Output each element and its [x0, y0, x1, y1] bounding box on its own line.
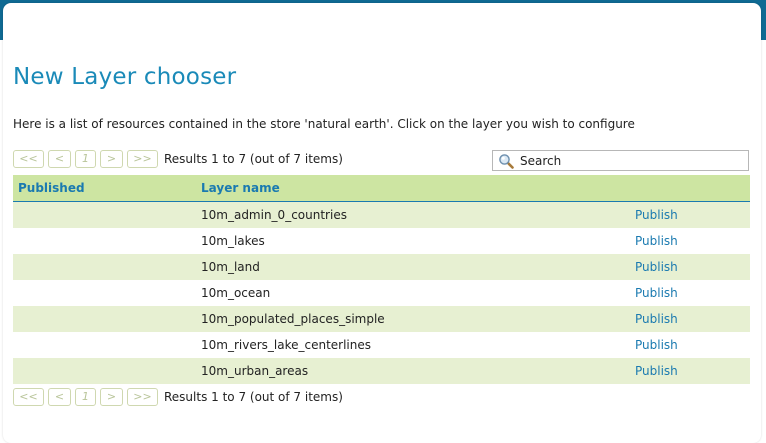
search-box[interactable]: [492, 150, 749, 171]
published-cell: [13, 280, 201, 306]
publish-link[interactable]: Publish: [635, 364, 678, 378]
column-header-action: [635, 175, 750, 202]
layer-name-cell: 10m_rivers_lake_centerlines: [201, 332, 635, 358]
last-page-button[interactable]: >>: [127, 388, 158, 406]
publish-link[interactable]: Publish: [635, 338, 678, 352]
table-row: 10m_land Publish: [13, 254, 750, 280]
first-page-button[interactable]: <<: [13, 150, 44, 168]
table-row: 10m_rivers_lake_centerlines Publish: [13, 332, 750, 358]
published-cell: [13, 254, 201, 280]
layers-table: Published Layer name 10m_admin_0_countri…: [13, 175, 750, 384]
search-input[interactable]: [520, 153, 740, 168]
table-header-row: Published Layer name: [13, 175, 750, 202]
published-cell: [13, 332, 201, 358]
next-page-button[interactable]: >: [100, 150, 123, 168]
table-row: 10m_urban_areas Publish: [13, 358, 750, 384]
last-page-button[interactable]: >>: [127, 150, 158, 168]
layer-name-cell: 10m_land: [201, 254, 635, 280]
results-count: Results 1 to 7 (out of 7 items): [164, 390, 343, 404]
layer-name-cell: 10m_urban_areas: [201, 358, 635, 384]
publish-link[interactable]: Publish: [635, 260, 678, 274]
page-title: New Layer chooser: [13, 64, 237, 90]
pager-top: << < 1 > >> Results 1 to 7 (out of 7 ite…: [13, 149, 343, 169]
publish-link[interactable]: Publish: [635, 286, 678, 300]
page-number-button[interactable]: 1: [75, 150, 96, 168]
table-row: 10m_populated_places_simple Publish: [13, 306, 750, 332]
layer-name-cell: 10m_admin_0_countries: [201, 201, 635, 228]
published-cell: [13, 228, 201, 254]
published-cell: [13, 306, 201, 332]
page-description: Here is a list of resources contained in…: [13, 117, 635, 131]
published-cell: [13, 201, 201, 228]
layer-name-cell: 10m_populated_places_simple: [201, 306, 635, 332]
next-page-button[interactable]: >: [100, 388, 123, 406]
prev-page-button[interactable]: <: [48, 150, 71, 168]
column-header-published[interactable]: Published: [13, 175, 201, 202]
prev-page-button[interactable]: <: [48, 388, 71, 406]
layer-name-cell: 10m_ocean: [201, 280, 635, 306]
results-count: Results 1 to 7 (out of 7 items): [164, 152, 343, 166]
publish-link[interactable]: Publish: [635, 312, 678, 326]
column-header-layer-name[interactable]: Layer name: [201, 175, 635, 202]
page-number-button[interactable]: 1: [75, 388, 96, 406]
table-row: 10m_ocean Publish: [13, 280, 750, 306]
table-row: 10m_lakes Publish: [13, 228, 750, 254]
layer-name-cell: 10m_lakes: [201, 228, 635, 254]
magnifier-icon: [499, 153, 514, 169]
publish-link[interactable]: Publish: [635, 208, 678, 222]
table-row: 10m_admin_0_countries Publish: [13, 201, 750, 228]
first-page-button[interactable]: <<: [13, 388, 44, 406]
published-cell: [13, 358, 201, 384]
publish-link[interactable]: Publish: [635, 234, 678, 248]
pager-bottom: << < 1 > >> Results 1 to 7 (out of 7 ite…: [13, 387, 343, 407]
